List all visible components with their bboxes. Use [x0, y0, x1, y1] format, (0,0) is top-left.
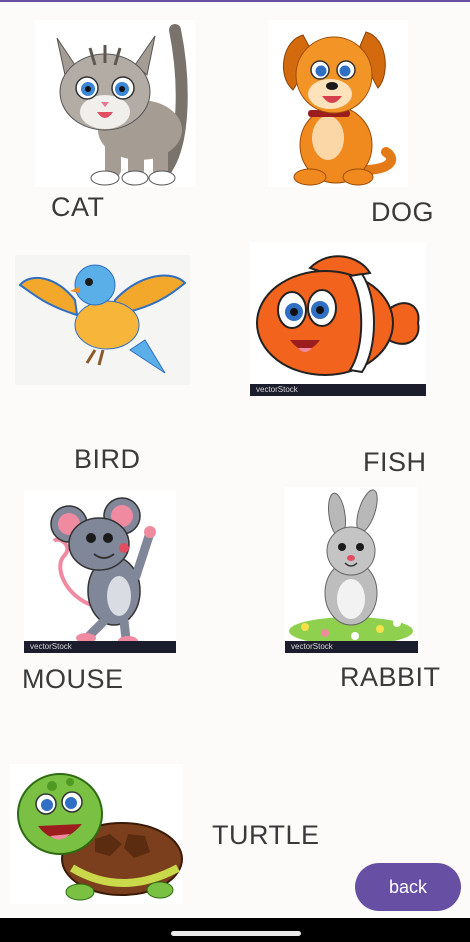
cat-image[interactable]	[35, 20, 195, 187]
system-nav-bar	[0, 918, 470, 942]
back-button[interactable]: back	[355, 863, 461, 911]
rabbit-label: RABBIT	[340, 662, 441, 692]
fish-label: FISH	[363, 447, 427, 477]
home-gesture-handle[interactable]	[171, 931, 301, 936]
rabbit-watermark: vectorStock	[291, 642, 333, 651]
bird-label: BIRD	[74, 444, 141, 474]
rabbit-stock-bar: vectorStock	[285, 641, 418, 653]
bird-illustration	[18, 264, 187, 374]
bird-image[interactable]	[15, 255, 190, 385]
rabbit-illustration	[289, 489, 413, 645]
cat-label: CAT	[51, 192, 105, 222]
fish-stock-bar: vectorStock	[250, 384, 426, 396]
mouse-stock-bar: vectorStock	[24, 641, 176, 653]
fish-watermark: vectorStock	[256, 385, 298, 394]
turtle-illustration	[17, 773, 183, 901]
dog-label: DOG	[371, 197, 435, 227]
dog-illustration	[283, 31, 397, 186]
mouse-label: MOUSE	[22, 664, 124, 694]
rabbit-image[interactable]: vectorStock	[285, 487, 418, 653]
mouse-illustration	[50, 497, 156, 646]
dog-image[interactable]	[268, 20, 408, 187]
turtle-image[interactable]	[10, 764, 183, 904]
mouse-image[interactable]: vectorStock	[24, 490, 176, 653]
cat-illustration	[56, 24, 188, 186]
turtle-label: TURTLE	[212, 820, 320, 850]
fish-illustration	[256, 255, 420, 376]
mouse-watermark: vectorStock	[30, 642, 72, 651]
top-accent-line	[0, 0, 470, 2]
fish-image[interactable]: vectorStock	[250, 242, 426, 396]
